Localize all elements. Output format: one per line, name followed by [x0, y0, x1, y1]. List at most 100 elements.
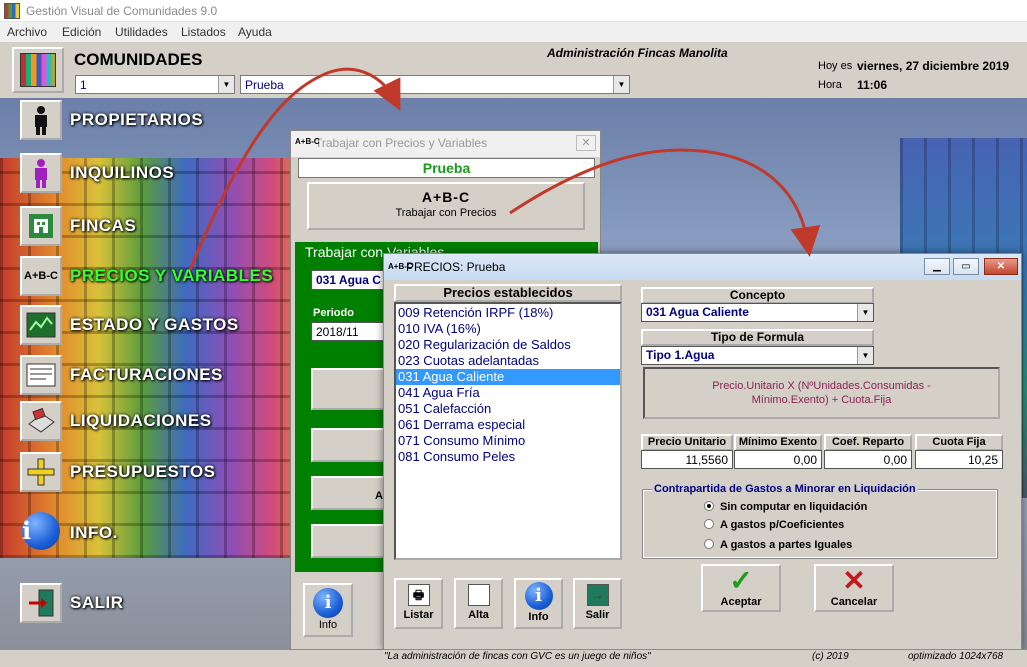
cuota-fija-field[interactable]: 10,25: [915, 450, 1003, 469]
listar-button[interactable]: 🖶 Listar: [394, 578, 443, 629]
menu-ayuda[interactable]: Ayuda: [238, 25, 272, 39]
info-button[interactable]: i Info: [514, 578, 563, 629]
sidebar-item-label: ESTADO Y GASTOS: [70, 315, 239, 334]
list-item[interactable]: 041 Agua Fría: [396, 385, 620, 401]
salir-button[interactable]: → Salir: [573, 578, 622, 629]
community-number-select[interactable]: 1 ▼: [75, 75, 235, 94]
info-icon: i: [20, 509, 62, 553]
sidebar-item-presupuestos[interactable]: PRESUPUESTOS: [20, 452, 290, 492]
precios-window: A+B-C PRECIOS: Prueba ▁ ▭ ✕ Precios esta…: [383, 253, 1022, 650]
communities-button[interactable]: [12, 47, 64, 93]
concepto-value: 031 Agua Caliente: [646, 305, 749, 319]
sidebar-item-estado-y-gastos[interactable]: ESTADO Y GASTOS: [20, 305, 290, 345]
tipo-formula-value: Tipo 1.Agua: [646, 348, 715, 362]
radio-sin-computar[interactable]: Sin computar en liquidación: [704, 501, 867, 513]
sidebar-item-precios-y-variables[interactable]: A+B-C PRECIOS Y VARIABLES: [20, 256, 290, 296]
radio-coeficientes[interactable]: A gastos p/Coeficientes: [704, 519, 844, 531]
stamp-icon: [20, 401, 62, 441]
community-name: Prueba: [298, 158, 595, 178]
window-titlebar[interactable]: A+B-C Trabajar con Precios y Variables ✕: [291, 131, 600, 157]
list-item[interactable]: 020 Regularización de Saldos: [396, 337, 620, 353]
chevron-down-icon[interactable]: ▼: [218, 76, 234, 93]
variable-action-button-4[interactable]: [311, 524, 391, 558]
sidebar-item-salir[interactable]: SALIR: [20, 583, 290, 623]
sidebar-item-label: INFO.: [70, 523, 118, 542]
coef-reparto-field[interactable]: 0,00: [824, 450, 912, 469]
menu-utilidades[interactable]: Utilidades: [115, 25, 168, 39]
sidebar-item-liquidaciones[interactable]: LIQUIDACIONES: [20, 401, 290, 441]
button-label: Trabajar con Precios: [395, 207, 497, 219]
list-item[interactable]: 071 Consumo Mínimo: [396, 433, 620, 449]
variable-action-button-3[interactable]: A: [311, 476, 391, 510]
sidebar-item-label: FACTURACIONES: [70, 365, 223, 384]
close-icon[interactable]: ✕: [984, 258, 1018, 275]
chevron-down-icon[interactable]: ▼: [613, 76, 629, 93]
menu-listados[interactable]: Listados: [181, 25, 226, 39]
sidebar-item-propietarios[interactable]: PROPIETARIOS: [20, 100, 290, 140]
menu-edicion[interactable]: Edición: [62, 25, 101, 39]
sidebar-item-label: LIQUIDACIONES: [70, 411, 212, 430]
maximize-icon[interactable]: ▭: [953, 258, 979, 275]
invoice-icon: [20, 355, 62, 395]
alta-button[interactable]: Alta: [454, 578, 503, 629]
tipo-formula-select[interactable]: Tipo 1.Agua ▼: [641, 346, 874, 365]
list-item[interactable]: 023 Cuotas adelantadas: [396, 353, 620, 369]
list-item[interactable]: 051 Calefacción: [396, 401, 620, 417]
community-name-value: Prueba: [245, 78, 284, 92]
building-icon: [20, 206, 62, 246]
sidebar-item-label: SALIR: [70, 593, 124, 612]
button-label: Aceptar: [720, 596, 762, 608]
menu-bar: Archivo Edición Utilidades Listados Ayud…: [0, 22, 1027, 42]
admin-name: Administración Fincas Manolita: [547, 46, 728, 60]
list-item[interactable]: 061 Derrama especial: [396, 417, 620, 433]
sidebar-item-fincas[interactable]: FINCAS: [20, 206, 290, 246]
periodo-label: Periodo: [313, 307, 354, 319]
close-icon[interactable]: ✕: [576, 135, 596, 151]
app-titlebar: Gestión Visual de Comunidades 9.0: [0, 0, 1027, 22]
checkmark-icon: ✓: [729, 565, 753, 596]
window-titlebar[interactable]: A+B-C PRECIOS: Prueba ▁ ▭ ✕: [384, 254, 1021, 280]
status-footer: "La administración de fincas con GVC es …: [0, 650, 1027, 667]
periodo-select[interactable]: 2018/11: [311, 322, 387, 341]
cancelar-button[interactable]: ✕ Cancelar: [814, 564, 894, 612]
sidebar-item-facturaciones[interactable]: FACTURACIONES: [20, 355, 290, 395]
sidebar-item-info[interactable]: i INFO.: [20, 509, 290, 553]
community-number-value: 1: [80, 78, 87, 92]
header: COMUNIDADES 1 ▼ Prueba ▼ Administración …: [0, 42, 1027, 98]
sidebar-item-label: PRECIOS Y VARIABLES: [70, 266, 274, 285]
exit-door-icon: →: [586, 584, 609, 606]
list-item-selected[interactable]: 031 Agua Caliente: [396, 369, 620, 385]
ruler-icon: [20, 452, 62, 492]
info-button[interactable]: i Info: [303, 583, 353, 637]
variable-action-button-2[interactable]: [311, 428, 391, 462]
list-item[interactable]: 009 Retención IRPF (18%): [396, 305, 620, 321]
button-label: Info: [528, 611, 549, 623]
variable-action-button-1[interactable]: [311, 368, 391, 410]
chevron-down-icon[interactable]: ▼: [857, 347, 873, 364]
radio-label: Sin computar en liquidación: [720, 501, 868, 513]
community-name-select[interactable]: Prueba ▼: [240, 75, 630, 94]
cuota-fija-label: Cuota Fija: [915, 434, 1003, 451]
chevron-down-icon[interactable]: ▼: [857, 304, 873, 321]
minimo-exento-field[interactable]: 0,00: [734, 450, 822, 469]
sidebar-item-inquilinos[interactable]: INQUILINOS: [20, 153, 290, 193]
formula-display: Precio.Unitario X (NºUnidades.Consumidas…: [643, 367, 1000, 419]
printer-icon: 🖶: [407, 584, 430, 606]
trabajar-precios-button[interactable]: A+B-C Trabajar con Precios: [307, 182, 585, 230]
list-item[interactable]: 010 IVA (16%): [396, 321, 620, 337]
concepto-select[interactable]: 031 Agua Caliente ▼: [641, 303, 874, 322]
minimize-icon[interactable]: ▁: [924, 258, 950, 275]
menu-archivo[interactable]: Archivo: [7, 25, 47, 39]
abc-icon: A+B-C: [295, 137, 320, 146]
list-item[interactable]: 081 Consumo Peles: [396, 449, 620, 465]
precios-list[interactable]: 009 Retención IRPF (18%) 010 IVA (16%) 0…: [394, 302, 622, 560]
exit-door-icon: [20, 583, 62, 623]
window-title: Trabajar con Precios y Variables: [315, 136, 488, 150]
section-title: COMUNIDADES: [74, 50, 203, 69]
concepto-label: Concepto: [641, 287, 874, 304]
person-icon: [20, 100, 62, 140]
precio-unitario-field[interactable]: 11,5560: [641, 450, 733, 469]
aceptar-button[interactable]: ✓ Aceptar: [701, 564, 781, 612]
radio-partes-iguales[interactable]: A gastos a partes Iguales: [704, 539, 852, 551]
current-time: 11:06: [857, 78, 888, 92]
